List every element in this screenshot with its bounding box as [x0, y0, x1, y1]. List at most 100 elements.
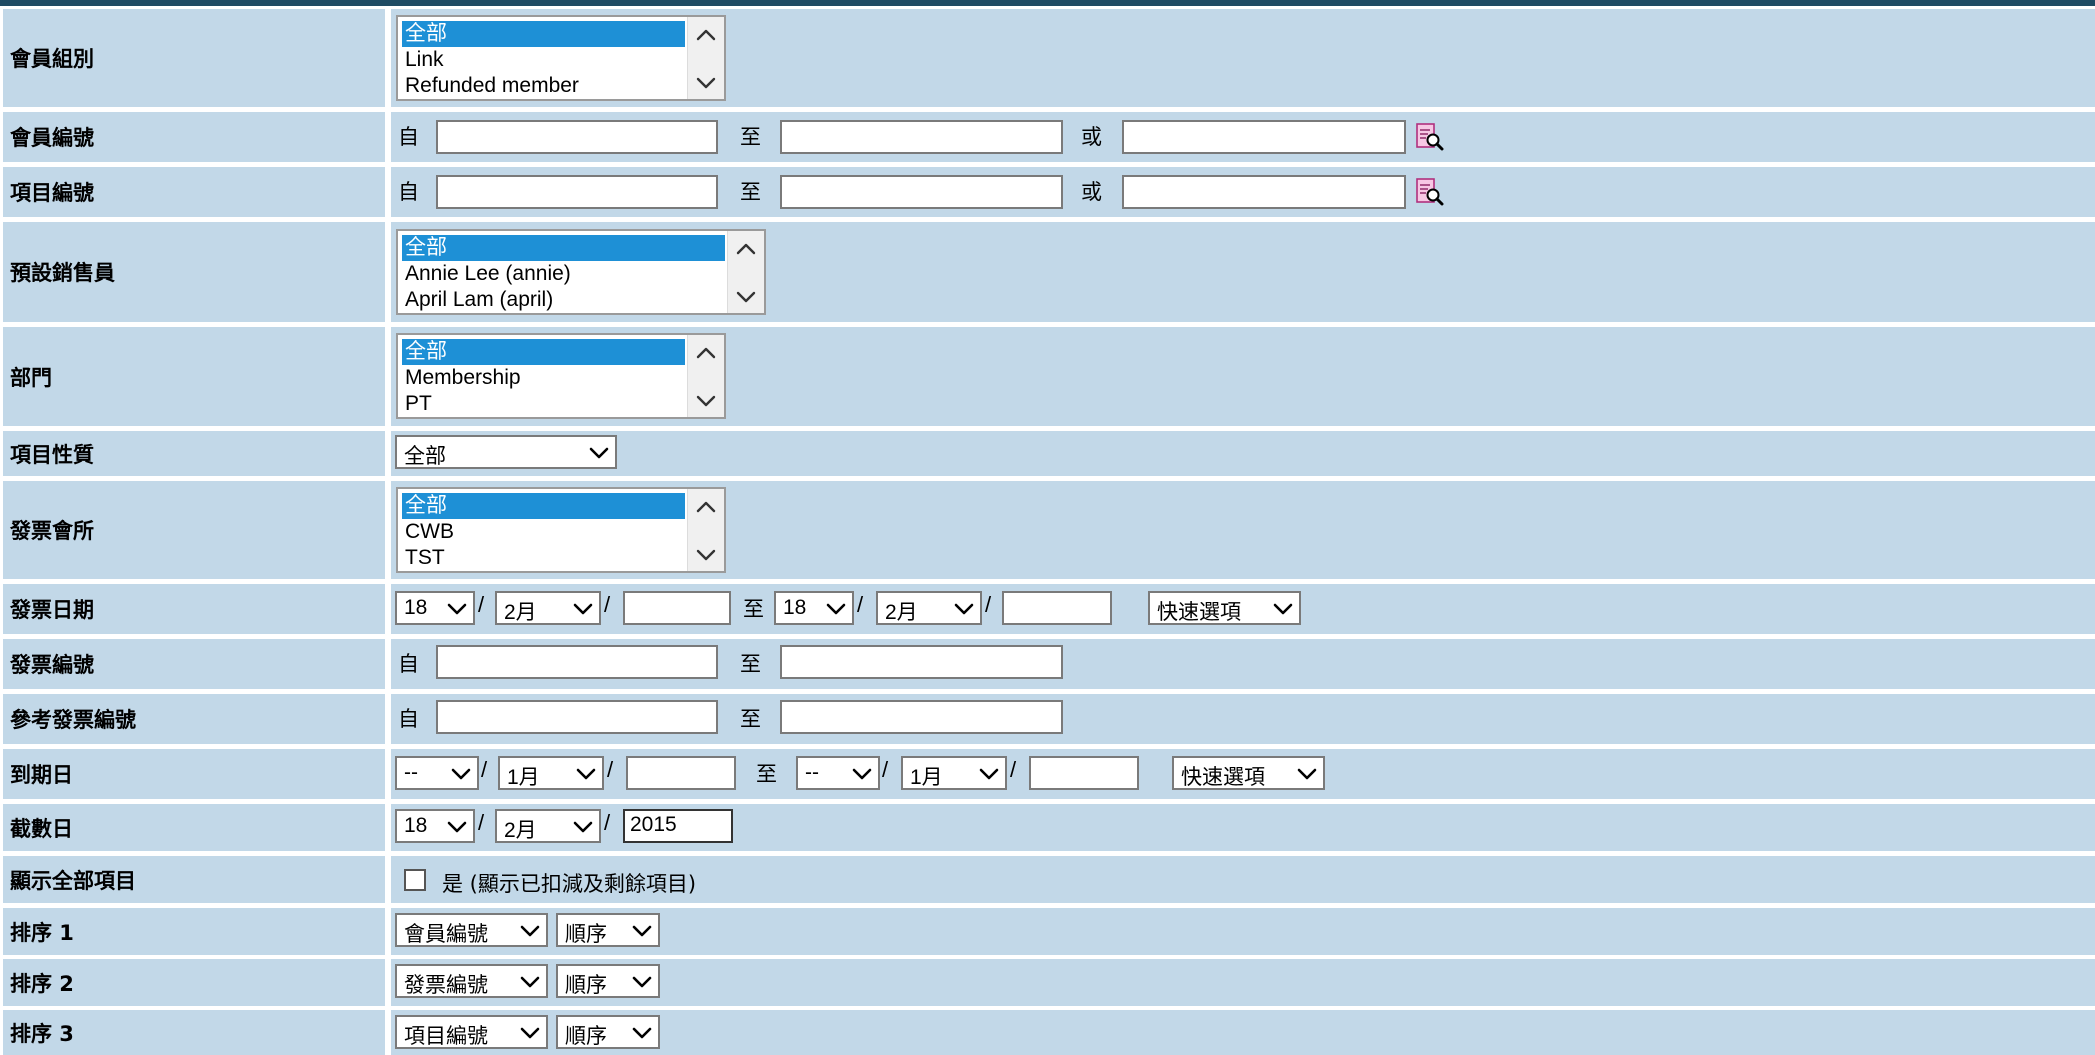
chevron-down-icon: [826, 603, 846, 615]
to-label: 至: [740, 125, 761, 149]
to-label: 至: [743, 597, 764, 621]
listbox-option[interactable]: TST: [402, 545, 445, 571]
cutoff-day-select[interactable]: 18: [395, 809, 475, 843]
invoice-quick-select[interactable]: 快速選項: [1148, 591, 1301, 625]
invoice-to-day-select[interactable]: 18: [774, 591, 854, 625]
field-default-salesperson: 全部 Annie Lee (annie) April Lam (april): [391, 222, 2095, 322]
listbox-option[interactable]: Membership: [402, 365, 521, 391]
date-separator: /: [478, 810, 485, 835]
invoice-from-month-select[interactable]: 2月: [495, 591, 601, 625]
expiry-to-month-select[interactable]: 1月: [901, 756, 1007, 790]
listbox-scrollbar[interactable]: [687, 489, 724, 571]
listbox-option[interactable]: 全部: [402, 235, 725, 261]
row-invoice-no: 發票編號 自 至: [0, 639, 2095, 689]
chevron-down-icon: [632, 1027, 652, 1039]
listbox-scrollbar[interactable]: [687, 335, 724, 417]
salesperson-listbox[interactable]: 全部 Annie Lee (annie) April Lam (april): [396, 229, 766, 315]
invoice-club-listbox[interactable]: 全部 CWB TST: [396, 487, 726, 573]
scroll-down-icon[interactable]: [736, 291, 756, 303]
row-invoice-date: 發票日期 18 / 2月 / 至 18 / 2月 / 快速選項: [0, 584, 2095, 634]
select-value: 2月: [504, 819, 537, 842]
listbox-option[interactable]: April Lam (april): [402, 287, 553, 313]
cutoff-month-select[interactable]: 2月: [495, 809, 601, 843]
cutoff-year-input[interactable]: 2015: [623, 809, 733, 843]
ref-invoice-no-from-input[interactable]: [436, 700, 718, 734]
expiry-from-day-select[interactable]: --: [395, 756, 479, 790]
select-value: 2月: [504, 601, 537, 624]
label-item-no: 項目編號: [3, 167, 385, 217]
member-group-listbox[interactable]: 全部 Link Refunded member: [396, 15, 726, 101]
listbox-scrollbar[interactable]: [687, 17, 724, 99]
scroll-up-icon[interactable]: [696, 29, 716, 41]
sort2-field-select[interactable]: 發票編號: [395, 964, 548, 998]
chevron-down-icon: [1273, 603, 1293, 615]
sort3-field-select[interactable]: 項目編號: [395, 1015, 548, 1049]
scroll-up-icon[interactable]: [696, 347, 716, 359]
expiry-from-year-input[interactable]: [626, 756, 736, 790]
listbox-option[interactable]: Refunded member: [402, 73, 579, 99]
sort2-order-select[interactable]: 順序: [556, 964, 660, 998]
chevron-down-icon: [520, 925, 540, 937]
member-no-to-input[interactable]: [780, 120, 1063, 154]
listbox-option[interactable]: 全部: [402, 339, 685, 365]
field-invoice-date: 18 / 2月 / 至 18 / 2月 / 快速選項: [391, 584, 2095, 634]
scroll-down-icon[interactable]: [696, 77, 716, 89]
scroll-down-icon[interactable]: [696, 549, 716, 561]
item-no-or-input[interactable]: [1122, 175, 1406, 209]
item-nature-select[interactable]: 全部: [395, 435, 617, 469]
sort1-order-select[interactable]: 順序: [556, 913, 660, 947]
label-item-nature: 項目性質: [3, 431, 385, 476]
invoice-to-month-select[interactable]: 2月: [876, 591, 982, 625]
invoice-from-year-input[interactable]: [623, 591, 731, 625]
label-cutoff-date: 截數日: [3, 804, 385, 851]
item-no-from-input[interactable]: [436, 175, 718, 209]
label-invoice-club: 發票會所: [3, 481, 385, 579]
listbox-option[interactable]: Link: [402, 47, 444, 73]
scroll-up-icon[interactable]: [696, 501, 716, 513]
field-invoice-no: 自 至: [391, 639, 2095, 689]
listbox-option[interactable]: 全部: [402, 21, 685, 47]
label-department: 部門: [3, 327, 385, 426]
row-sort1: 排序 1 會員編號 順序: [0, 908, 2095, 955]
expiry-from-month-select[interactable]: 1月: [498, 756, 604, 790]
listbox-option[interactable]: Annie Lee (annie): [402, 261, 571, 287]
date-separator: /: [607, 757, 614, 782]
listbox-option[interactable]: CWB: [402, 519, 454, 545]
label-ref-invoice-no: 參考發票編號: [3, 694, 385, 744]
field-item-nature: 全部: [391, 431, 2095, 476]
field-item-no: 自 至 或: [391, 167, 2095, 217]
listbox-option[interactable]: PT: [402, 391, 432, 417]
search-document-icon[interactable]: [1414, 177, 1444, 207]
row-item-no: 項目編號 自 至 或: [0, 167, 2095, 217]
scroll-up-icon[interactable]: [736, 243, 756, 255]
member-no-from-input[interactable]: [436, 120, 718, 154]
select-value: 會員編號: [404, 923, 488, 946]
scroll-down-icon[interactable]: [696, 395, 716, 407]
select-value: 18: [404, 814, 428, 837]
or-label: 或: [1081, 180, 1102, 204]
expiry-to-day-select[interactable]: --: [796, 756, 880, 790]
invoice-to-year-input[interactable]: [1002, 591, 1112, 625]
listbox-scrollbar[interactable]: [727, 231, 764, 313]
or-label: 或: [1081, 125, 1102, 149]
sort3-order-select[interactable]: 順序: [556, 1015, 660, 1049]
sort1-field-select[interactable]: 會員編號: [395, 913, 548, 947]
select-value: 1月: [910, 766, 943, 789]
row-sort3: 排序 3 項目編號 順序: [0, 1010, 2095, 1055]
expiry-quick-select[interactable]: 快速選項: [1172, 756, 1325, 790]
department-listbox[interactable]: 全部 Membership PT: [396, 333, 726, 419]
from-label: 自: [398, 180, 419, 204]
ref-invoice-no-to-input[interactable]: [780, 700, 1063, 734]
show-all-items-checkbox[interactable]: [404, 869, 426, 891]
invoice-no-to-input[interactable]: [780, 645, 1063, 679]
label-show-all-items: 顯示全部項目: [3, 856, 385, 903]
listbox-option[interactable]: 全部: [402, 493, 685, 519]
row-member-no: 會員編號 自 至 或: [0, 112, 2095, 162]
item-no-to-input[interactable]: [780, 175, 1063, 209]
member-no-or-input[interactable]: [1122, 120, 1406, 154]
invoice-from-day-select[interactable]: 18: [395, 591, 475, 625]
chevron-down-icon: [589, 447, 609, 459]
expiry-to-year-input[interactable]: [1029, 756, 1139, 790]
search-document-icon[interactable]: [1414, 122, 1444, 152]
invoice-no-from-input[interactable]: [436, 645, 718, 679]
